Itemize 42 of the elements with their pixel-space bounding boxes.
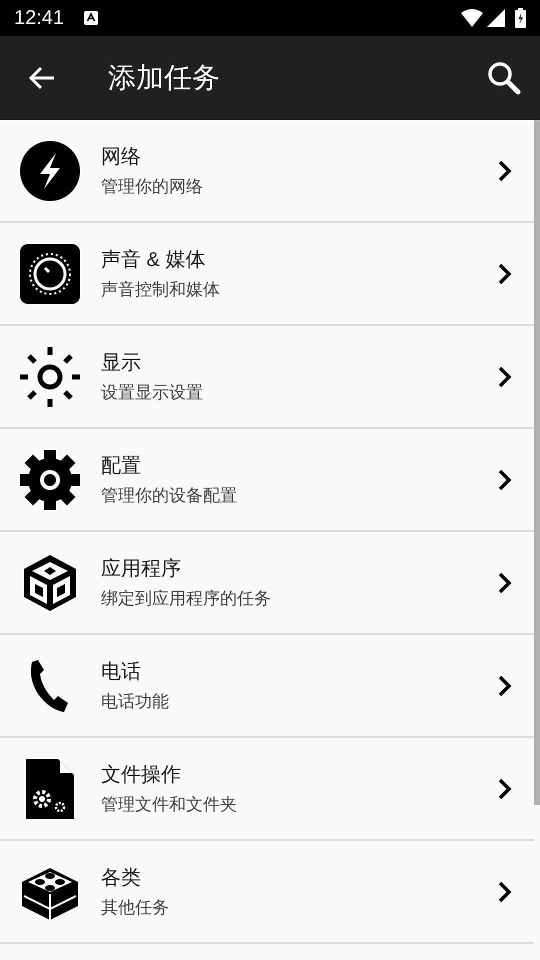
chevron-right-icon: [498, 468, 512, 490]
sun-icon: [20, 346, 80, 406]
category-title: 电话: [101, 660, 142, 684]
category-row[interactable]: 各类 其他任务: [0, 841, 534, 944]
battery-icon: [515, 8, 526, 28]
chevron-right-icon: [498, 674, 512, 696]
category-title: 配置: [101, 454, 142, 478]
category-row[interactable]: 网络 管理你的网络: [0, 120, 534, 223]
category-title: 各类: [101, 866, 142, 890]
knob-icon: [20, 244, 80, 304]
category-description: 其他任务: [101, 896, 170, 918]
category-title: 显示: [101, 350, 142, 376]
gear-icon: [20, 450, 80, 510]
category-description: 绑定到应用程序的任务: [101, 588, 272, 610]
category-title: 网络: [101, 144, 142, 170]
category-description: 管理你的网络: [101, 176, 204, 198]
category-title: 声音 & 媒体: [101, 248, 206, 272]
category-row[interactable]: 文件操作 管理文件和文件夹: [0, 738, 534, 841]
wifi-icon: [461, 9, 483, 27]
category-description: 电话功能: [101, 690, 170, 712]
chevron-right-icon: [498, 366, 512, 388]
category-row[interactable]: 声音 & 媒体 声音控制和媒体: [0, 223, 534, 326]
category-description: 管理文件和文件夹: [101, 794, 238, 816]
category-description: 设置显示设置: [101, 382, 204, 404]
search-icon: [487, 61, 521, 95]
back-arrow-icon: [29, 66, 55, 90]
category-row[interactable]: 应用程序 绑定到应用程序的任务: [0, 532, 534, 635]
category-description: 声音控制和媒体: [101, 278, 221, 300]
chevron-right-icon: [498, 778, 512, 800]
chevron-right-icon: [498, 160, 512, 182]
notification-icon: [84, 11, 98, 25]
signal-icon: [487, 9, 505, 27]
chevron-right-icon: [498, 880, 512, 902]
chevron-right-icon: [498, 572, 512, 594]
category-title: 文件操作: [101, 762, 182, 788]
status-time: 12:41: [14, 6, 64, 31]
screen-title: 添加任务: [108, 61, 221, 95]
category-title: 应用程序: [101, 556, 182, 582]
category-description: 管理你的设备配置: [101, 484, 238, 506]
chevron-right-icon: [498, 262, 512, 284]
bolt-icon: [20, 140, 80, 200]
category-row[interactable]: 配置 管理你的设备配置: [0, 429, 534, 532]
